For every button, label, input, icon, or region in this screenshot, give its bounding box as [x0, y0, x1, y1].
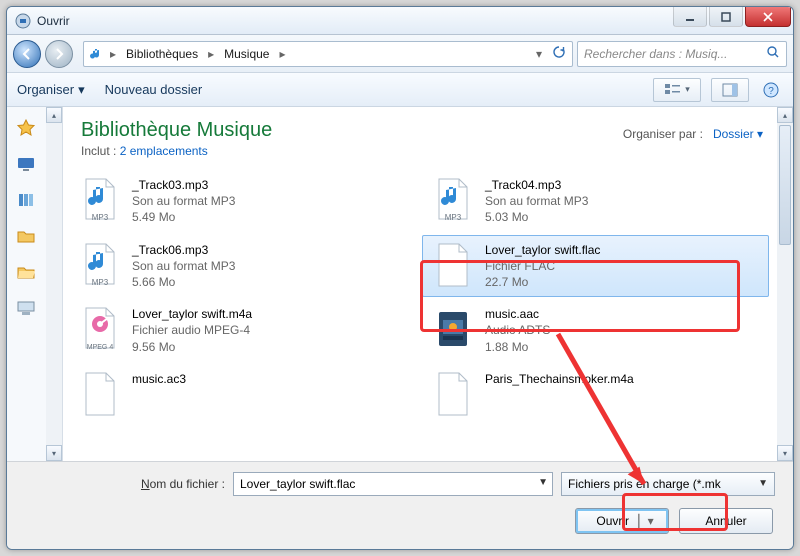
- preview-pane-button[interactable]: [711, 78, 749, 102]
- window-title: Ouvrir: [37, 14, 70, 28]
- scroll-down-icon[interactable]: ▾: [777, 445, 793, 461]
- file-item[interactable]: MPEG 4 Lover_taylor swift.m4aFichier audi…: [69, 299, 416, 362]
- file-item[interactable]: Lover_taylor swift.flacFichier FLAC22.7 …: [422, 235, 769, 298]
- chevron-right-icon[interactable]: ▸: [204, 47, 218, 61]
- folder-icon[interactable]: [16, 227, 36, 245]
- mp3-file-icon: MP3: [78, 177, 122, 223]
- file-type: Son au format MP3: [485, 193, 588, 209]
- blank-file-icon: [431, 371, 475, 417]
- search-placeholder: Rechercher dans : Musiq...: [584, 47, 727, 61]
- file-item[interactable]: music.ac3: [69, 364, 416, 424]
- scroll-up-icon[interactable]: ▴: [46, 107, 62, 123]
- library-subtitle: Inclut : 2 emplacements: [81, 144, 775, 158]
- view-mode-button[interactable]: ▾: [653, 78, 701, 102]
- file-type: Fichier FLAC: [485, 258, 600, 274]
- open-dialog-window: Ouvrir ▸ Bibliothèques ▸ Musique ▸ ▾ Rec…: [6, 6, 794, 550]
- cancel-button[interactable]: Annuler: [679, 508, 773, 534]
- blank-file-icon: [431, 242, 475, 288]
- scroll-down-icon[interactable]: ▾: [46, 445, 62, 461]
- file-item[interactable]: MP3 _Track04.mp3Son au format MP35.03 Mo: [422, 170, 769, 233]
- file-name: Lover_taylor swift.flac: [485, 242, 600, 258]
- organize-menu[interactable]: Organiser▾: [17, 82, 85, 98]
- includes-link[interactable]: 2 emplacements: [120, 144, 208, 158]
- breadcrumb-music[interactable]: Musique: [220, 45, 273, 63]
- sidebar: ▴ ▾: [7, 107, 63, 461]
- arrange-by[interactable]: Organiser par : Dossier ▾: [623, 127, 763, 141]
- titlebar[interactable]: Ouvrir: [7, 7, 793, 35]
- file-name: _Track06.mp3: [132, 242, 235, 258]
- breadcrumb-dropdown[interactable]: ▾: [530, 47, 548, 61]
- sidebar-scrollbar[interactable]: ▴ ▾: [46, 107, 62, 461]
- chevron-right-icon[interactable]: ▸: [106, 47, 120, 61]
- dialog-footer: Nom du fichier : Lover_taylor swift.flac…: [7, 461, 793, 549]
- main-scrollbar[interactable]: ▴ ▾: [777, 107, 793, 461]
- new-folder-button[interactable]: Nouveau dossier: [105, 82, 203, 97]
- app-icon: [15, 13, 31, 29]
- maximize-button[interactable]: [709, 7, 743, 27]
- svg-text:MPEG 4: MPEG 4: [87, 344, 114, 351]
- file-type: Audio ADTS: [485, 322, 550, 338]
- svg-text:?: ?: [768, 86, 774, 97]
- scroll-thumb[interactable]: [779, 125, 791, 245]
- blank-file-icon: [78, 371, 122, 417]
- search-input[interactable]: Rechercher dans : Musiq...: [577, 41, 787, 67]
- mp3-file-icon: MP3: [431, 177, 475, 223]
- chevron-down-icon[interactable]: ▼: [758, 478, 768, 489]
- chevron-right-icon[interactable]: ▸: [275, 47, 289, 61]
- libraries-icon: [88, 46, 104, 62]
- folder-open-icon[interactable]: [16, 263, 36, 281]
- svg-text:MP3: MP3: [92, 278, 109, 287]
- file-size: 22.7 Mo: [485, 274, 600, 290]
- aac-file-icon: [431, 306, 475, 352]
- file-size: 9.56 Mo: [132, 339, 252, 355]
- scroll-up-icon[interactable]: ▴: [777, 107, 793, 123]
- help-button[interactable]: ?: [759, 78, 783, 102]
- forward-button[interactable]: [45, 40, 73, 68]
- breadcrumb[interactable]: ▸ Bibliothèques ▸ Musique ▸ ▾: [83, 41, 573, 67]
- desktop-icon[interactable]: [16, 155, 36, 173]
- file-item[interactable]: Paris_Thechainsmoker.m4a: [422, 364, 769, 424]
- file-name: _Track04.mp3: [485, 177, 588, 193]
- file-size: 5.49 Mo: [132, 209, 235, 225]
- chevron-down-icon[interactable]: ▼: [538, 477, 548, 488]
- m4a-file-icon: MPEG 4: [78, 306, 122, 352]
- close-button[interactable]: [745, 7, 791, 27]
- file-name: Paris_Thechainsmoker.m4a: [485, 371, 634, 387]
- file-type: Son au format MP3: [132, 258, 235, 274]
- chevron-down-icon: ▾: [78, 82, 85, 98]
- file-name: _Track03.mp3: [132, 177, 235, 193]
- back-button[interactable]: [13, 40, 41, 68]
- open-button[interactable]: Ouvrir ▏▾: [575, 508, 669, 534]
- chevron-down-icon: ▾: [757, 127, 763, 141]
- refresh-icon[interactable]: [550, 45, 568, 62]
- file-item[interactable]: music.aacAudio ADTS1.88 Mo: [422, 299, 769, 362]
- file-name: music.ac3: [132, 371, 186, 387]
- file-size: 5.66 Mo: [132, 274, 235, 290]
- breadcrumb-libraries[interactable]: Bibliothèques: [122, 45, 202, 63]
- nav-row: ▸ Bibliothèques ▸ Musique ▸ ▾ Rechercher…: [7, 35, 793, 73]
- file-size: 1.88 Mo: [485, 339, 550, 355]
- toolbar: Organiser▾ Nouveau dossier ▾ ?: [7, 73, 793, 107]
- search-icon: [766, 45, 780, 62]
- minimize-button[interactable]: [673, 7, 707, 27]
- file-size: 5.03 Mo: [485, 209, 588, 225]
- filetype-select[interactable]: Fichiers pris en charge (*.mk ▼: [561, 472, 775, 496]
- favorites-icon[interactable]: [16, 119, 36, 137]
- file-type: Fichier audio MPEG-4: [132, 322, 252, 338]
- file-type: Son au format MP3: [132, 193, 235, 209]
- file-list-pane: Bibliothèque Musique Inclut : 2 emplacem…: [63, 107, 793, 461]
- filename-input[interactable]: Lover_taylor swift.flac ▼: [233, 472, 553, 496]
- file-item[interactable]: MP3 _Track06.mp3Son au format MP35.66 Mo: [69, 235, 416, 298]
- filename-label: Nom du fichier :: [25, 477, 225, 491]
- svg-text:MP3: MP3: [445, 213, 462, 222]
- mp3-file-icon: MP3: [78, 242, 122, 288]
- computer-icon[interactable]: [16, 299, 36, 317]
- file-item[interactable]: MP3 _Track03.mp3Son au format MP35.49 Mo: [69, 170, 416, 233]
- svg-text:MP3: MP3: [92, 213, 109, 222]
- file-name: music.aac: [485, 306, 550, 322]
- file-name: Lover_taylor swift.m4a: [132, 306, 252, 322]
- libraries-icon[interactable]: [16, 191, 36, 209]
